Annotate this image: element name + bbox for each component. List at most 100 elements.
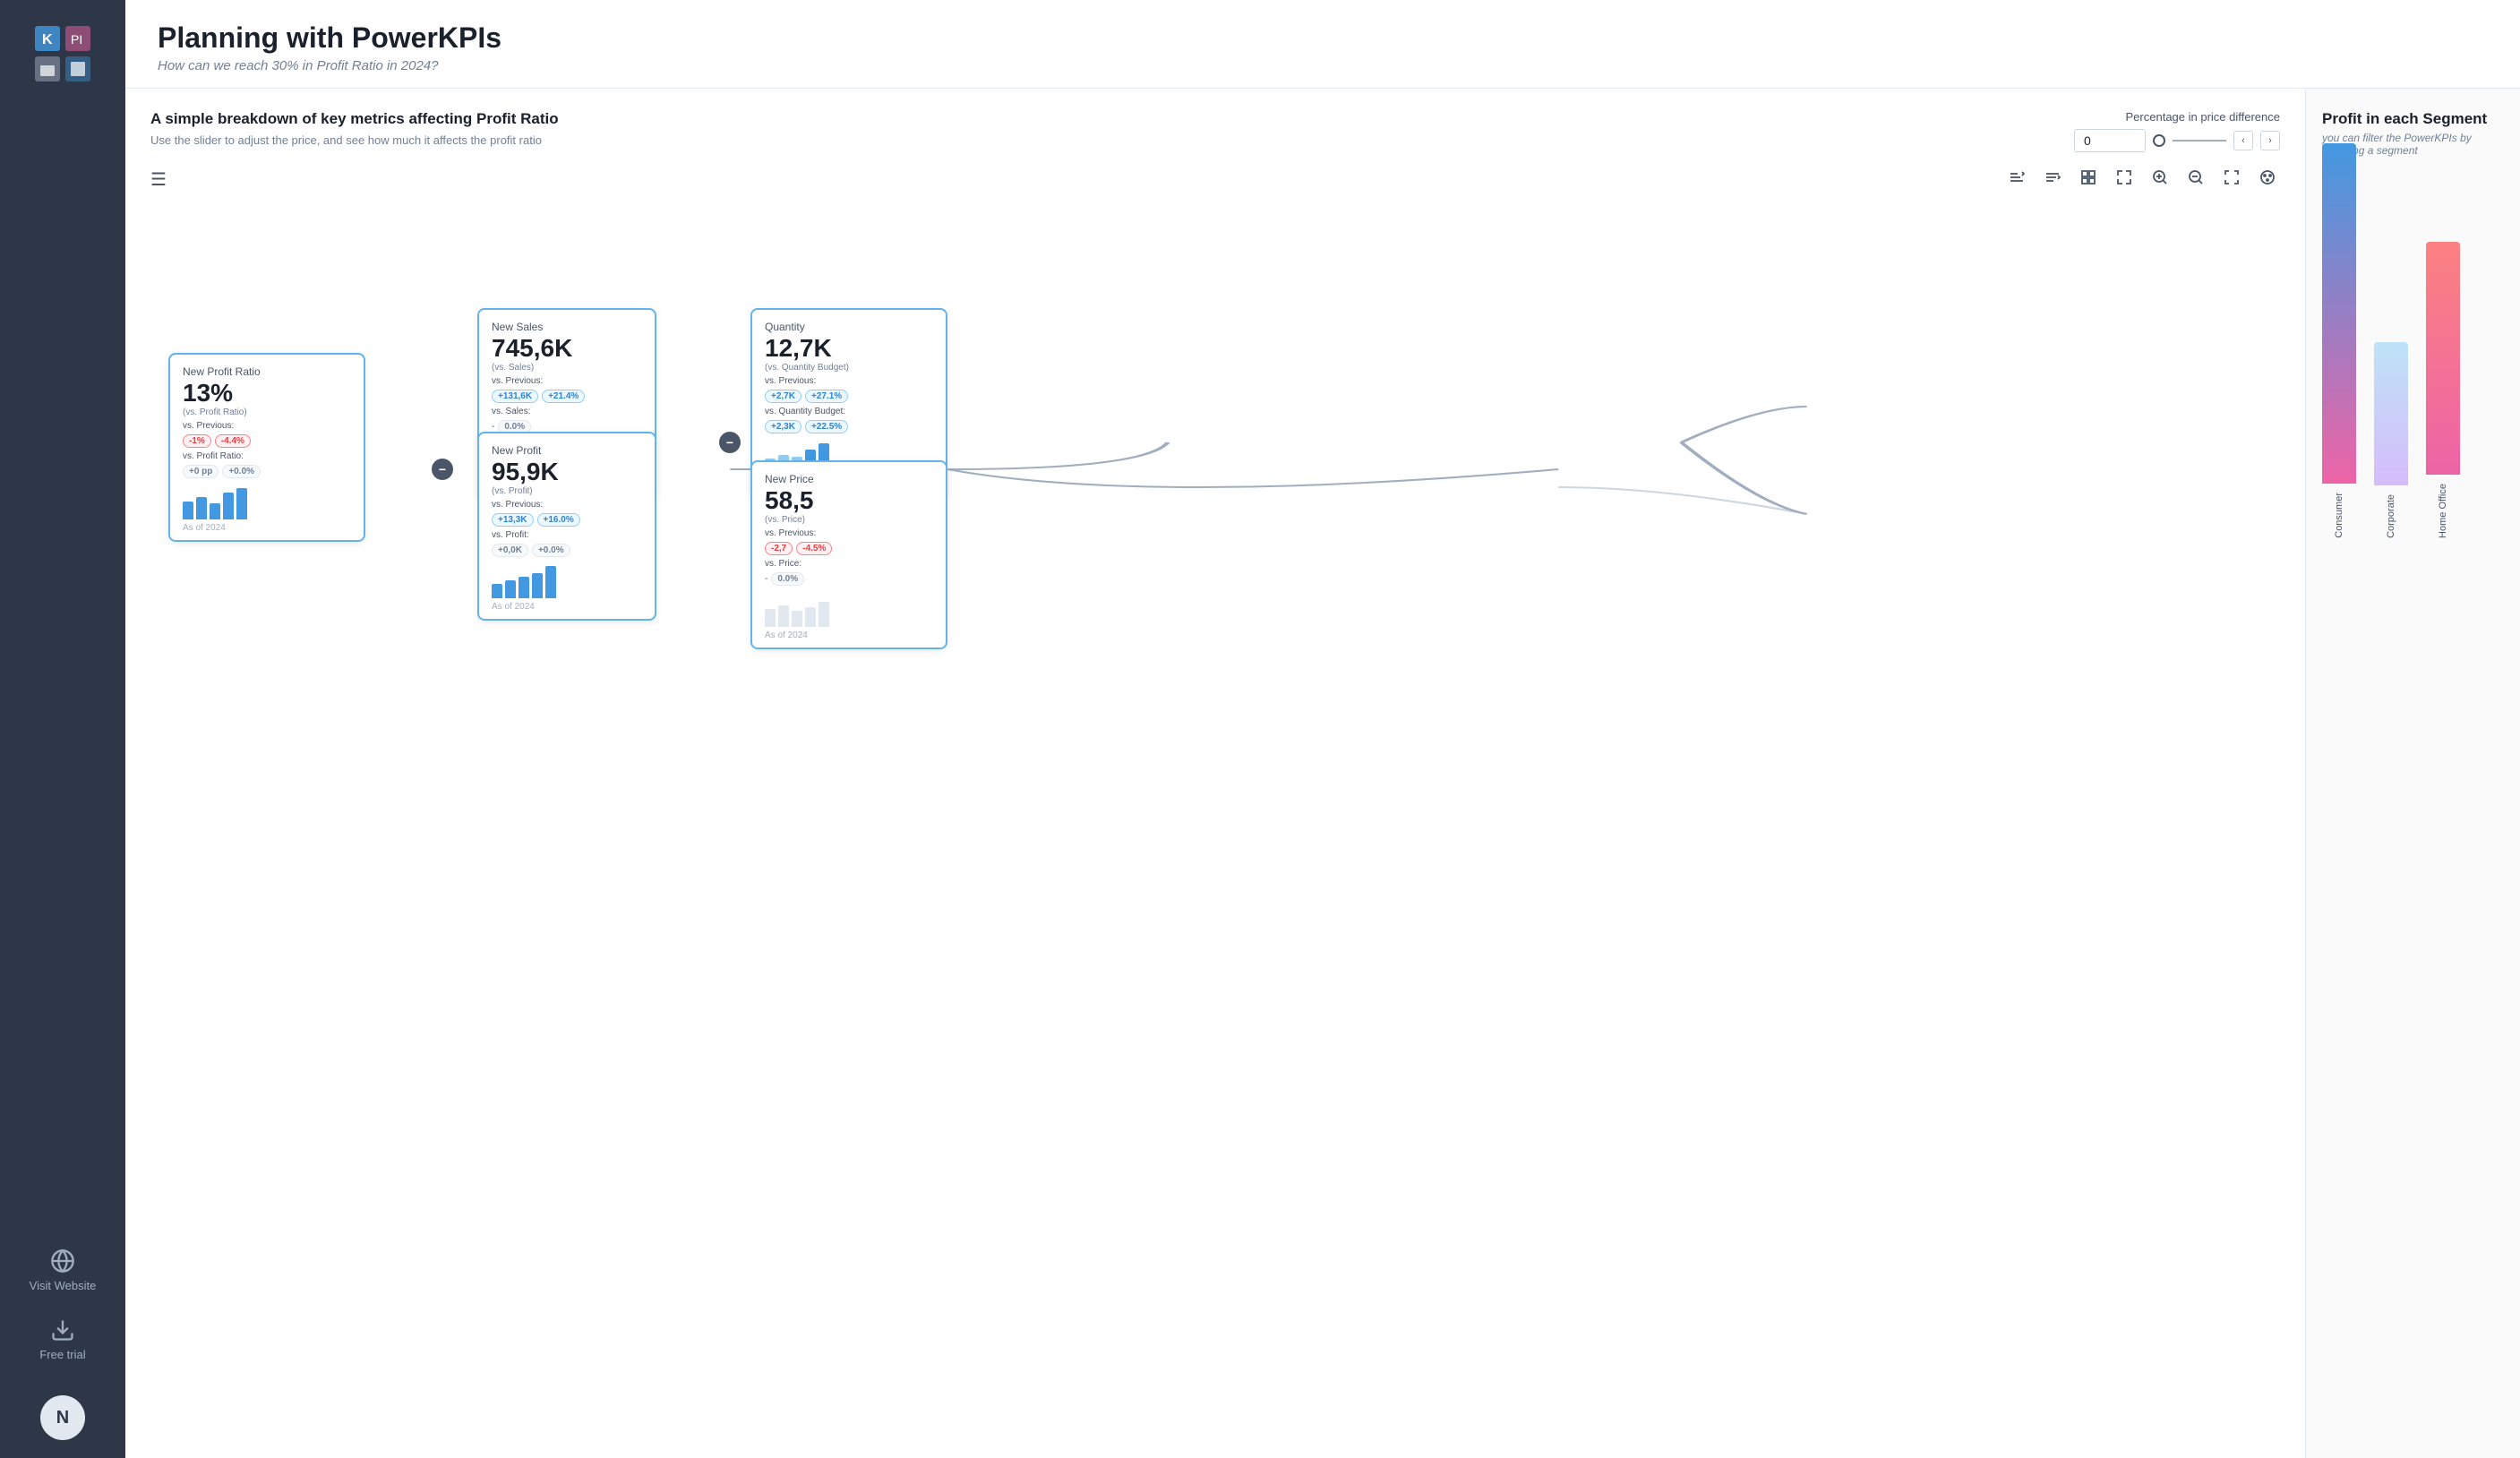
new-price-vs2: vs. Price: <box>765 559 933 569</box>
quantity-value: 12,7K <box>765 335 933 363</box>
badge-new-price-1: -2,7 <box>765 542 793 555</box>
new-price-badges: -2,7 -4.5% <box>765 542 933 555</box>
slider-next-button[interactable]: › <box>2260 131 2280 150</box>
new-profit-title: New Profit <box>492 444 642 457</box>
new-price-value: 58,5 <box>765 487 933 515</box>
badge-new-profit-1: +13,3K <box>492 513 534 527</box>
palette-icon[interactable] <box>2255 165 2280 190</box>
bar <box>519 577 529 598</box>
segment-label-corporate: Corporate <box>2386 494 2396 538</box>
new-profit-bars <box>492 562 642 598</box>
badge-quantity-3: +2,3K <box>765 420 801 433</box>
zoom-in-icon[interactable] <box>2147 165 2173 190</box>
new-price-dash: - <box>765 574 767 584</box>
main-content: Planning with PowerKPIs How can we reach… <box>125 0 2520 1458</box>
new-profit-badges: +13,3K +16.0% <box>492 513 642 527</box>
page-subtitle: How can we reach 30% in Profit Ratio in … <box>158 58 2488 73</box>
panel-title: A simple breakdown of key metrics affect… <box>150 110 559 128</box>
segment-col-home-office[interactable]: Home Office <box>2426 242 2460 538</box>
quantity-title: Quantity <box>765 321 933 333</box>
badge-profit-ratio-2: -4.4% <box>215 434 251 448</box>
profit-ratio-vs2: vs. Profit Ratio: <box>183 451 351 461</box>
right-panel-title: Profit in each Segment <box>2322 110 2504 128</box>
bar <box>236 488 247 519</box>
avatar[interactable]: N <box>40 1395 85 1440</box>
bar <box>223 493 234 519</box>
sort-asc-icon[interactable] <box>2004 165 2029 190</box>
badge-new-profit-2: +16.0% <box>537 513 580 527</box>
kpi-card-new-profit[interactable]: New Profit 95,9K (vs. Profit) vs. Previo… <box>477 432 656 621</box>
quantity-badges2: +2,3K +22.5% <box>765 420 933 433</box>
new-sales-badges: +131,6K +21.4% <box>492 390 642 403</box>
right-panel: Profit in each Segment you can filter th… <box>2305 89 2520 1458</box>
dot-connector-1[interactable]: − <box>432 459 453 480</box>
new-profit-value: 95,9K <box>492 459 642 486</box>
quantity-vs2: vs. Quantity Budget: <box>765 407 933 416</box>
new-price-vs-label: vs. Previous: <box>765 528 933 538</box>
badge-quantity-4: +22.5% <box>805 420 848 433</box>
sort-desc-icon[interactable] <box>2040 165 2065 190</box>
hamburger-icon[interactable]: ☰ <box>150 168 167 191</box>
new-profit-date: As of 2024 <box>492 602 642 612</box>
dot-connector-2[interactable]: − <box>719 432 741 453</box>
grid-icon[interactable] <box>2076 165 2101 190</box>
chart-toolbar <box>2004 165 2280 190</box>
segment-col-corporate[interactable]: Corporate <box>2374 342 2408 538</box>
quantity-vs-label: vs. Previous: <box>765 376 933 386</box>
profit-ratio-vs-label: vs. Previous: <box>183 421 351 431</box>
new-price-sub: (vs. Price) <box>765 515 933 525</box>
badge-new-sales-2: +21.4% <box>542 390 585 403</box>
bar <box>819 602 829 627</box>
expand-icon[interactable] <box>2112 165 2137 190</box>
profit-ratio-title: New Profit Ratio <box>183 365 351 378</box>
badge-new-price-3: 0.0% <box>771 572 804 586</box>
fullscreen-icon[interactable] <box>2219 165 2244 190</box>
new-profit-vs2: vs. Profit: <box>492 530 642 540</box>
segment-bar-home-office <box>2426 242 2460 475</box>
new-profit-sub: (vs. Profit) <box>492 486 642 496</box>
badge-new-profit-3: +0,0K <box>492 544 528 557</box>
new-sales-dash: - <box>492 422 494 432</box>
badge-profit-ratio-1: -1% <box>183 434 211 448</box>
new-sales-vs-label: vs. Previous: <box>492 376 642 386</box>
visit-website-label: Visit Website <box>30 1279 97 1292</box>
new-sales-title: New Sales <box>492 321 642 333</box>
slider-dot <box>2153 134 2165 147</box>
sidebar-item-visit-website[interactable]: Visit Website <box>30 1248 97 1292</box>
new-profit-vs-label: vs. Previous: <box>492 500 642 510</box>
bar <box>183 502 193 519</box>
sidebar-item-free-trial[interactable]: Free trial <box>39 1317 85 1361</box>
content-area: A simple breakdown of key metrics affect… <box>125 89 2520 1458</box>
profit-ratio-value: 13% <box>183 380 351 407</box>
slider-line <box>2173 140 2226 142</box>
left-panel: A simple breakdown of key metrics affect… <box>125 89 2305 1458</box>
sidebar-logo: K PI <box>27 18 99 90</box>
zoom-out-icon[interactable] <box>2183 165 2208 190</box>
bar <box>505 580 516 598</box>
new-price-badges2: - 0.0% <box>765 572 933 586</box>
badge-profit-ratio-3: +0 pp <box>183 465 219 478</box>
kpi-card-profit-ratio[interactable]: New Profit Ratio 13% (vs. Profit Ratio) … <box>168 353 365 542</box>
badge-new-sales-1: +131,6K <box>492 390 538 403</box>
page-title: Planning with PowerKPIs <box>158 21 2488 55</box>
kpi-card-new-price[interactable]: New Price 58,5 (vs. Price) vs. Previous:… <box>750 460 947 649</box>
free-trial-label: Free trial <box>39 1348 85 1361</box>
avatar-letter: N <box>56 1408 69 1428</box>
profit-ratio-badges: -1% -4.4% <box>183 434 351 448</box>
bar <box>778 605 789 627</box>
slider-container <box>2153 134 2226 147</box>
sidebar: K PI Visit Website Free trial N <box>0 0 125 1458</box>
profit-ratio-badges2: +0 pp +0.0% <box>183 465 351 478</box>
profit-ratio-sub: (vs. Profit Ratio) <box>183 407 351 417</box>
segment-col-consumer[interactable]: Consumer <box>2322 143 2356 538</box>
badge-profit-ratio-4: +0.0% <box>222 465 261 478</box>
bar <box>545 566 556 598</box>
price-input[interactable] <box>2074 129 2146 152</box>
bar <box>196 497 207 519</box>
profit-ratio-bars <box>183 484 351 519</box>
badge-quantity-2: +27.1% <box>805 390 848 403</box>
slider-prev-button[interactable]: ‹ <box>2233 131 2253 150</box>
kpi-diagram: New Profit Ratio 13% (vs. Profit Ratio) … <box>150 210 2280 586</box>
badge-new-price-2: -4.5% <box>796 542 832 555</box>
header: Planning with PowerKPIs How can we reach… <box>125 0 2520 89</box>
